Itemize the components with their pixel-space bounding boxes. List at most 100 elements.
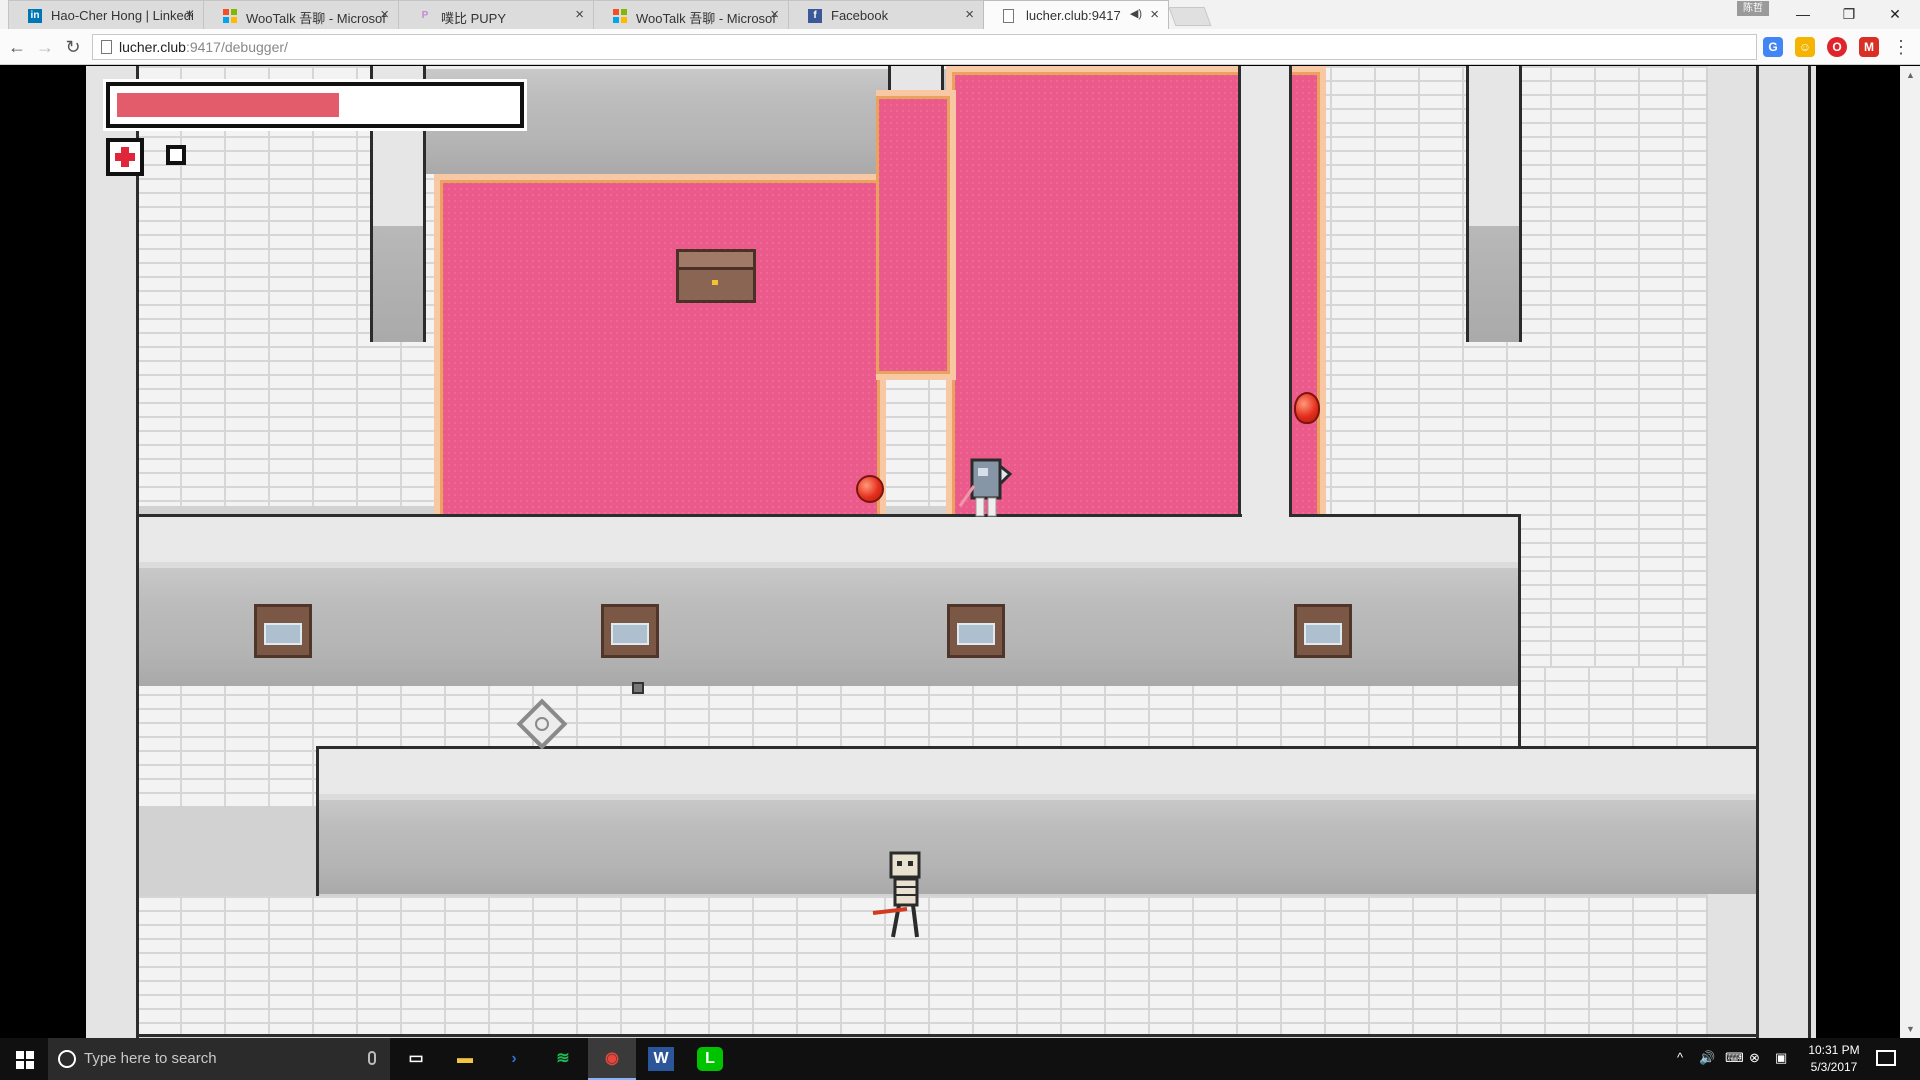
corridor-floor — [1241, 66, 1289, 518]
chrome-icon[interactable]: ◉ — [588, 1038, 636, 1080]
file-explorer-icon[interactable]: ▬ — [441, 1038, 489, 1080]
health-orb[interactable] — [856, 475, 884, 503]
red-carpet-corridor — [876, 90, 956, 380]
scroll-down-icon[interactable]: ▼ — [1906, 1024, 1915, 1034]
scroll-up-icon[interactable]: ▲ — [1906, 70, 1915, 80]
tab-title: Hao-Cher Hong | Linkedi — [51, 8, 194, 23]
close-window-button[interactable]: ✕ — [1873, 2, 1917, 26]
url-host: lucher.club — [119, 39, 186, 55]
windows-taskbar: Type here to search ▭ ▬ › ≋ ◉ W L ^ 🔊 ⌨ … — [0, 1038, 1920, 1080]
profile-button[interactable]: 陈哲 — [1737, 1, 1769, 16]
outer-wall-left — [86, 66, 136, 1038]
address-bar[interactable]: lucher.club:9417/debugger/ — [92, 34, 1757, 60]
cortana-icon — [58, 1050, 76, 1068]
start-button[interactable] — [0, 1038, 48, 1080]
browser-toolbar: ← → ↻ lucher.club:9417/debugger/ G ☺ O M… — [0, 29, 1920, 65]
wall-edge — [136, 1034, 1756, 1037]
tab-pupy[interactable]: P 噗比 PUPY × — [398, 0, 594, 29]
clock-date: 5/3/2017 — [1810, 1060, 1858, 1074]
scrollbar[interactable]: ▲ ▼ — [1900, 66, 1920, 1038]
back-button[interactable]: ← — [4, 34, 30, 60]
knight-player — [958, 458, 1013, 517]
minimize-button[interactable]: — — [1781, 2, 1825, 26]
new-tab-button[interactable] — [1168, 7, 1212, 26]
chest-lid — [679, 252, 753, 270]
crosshair-center — [535, 717, 549, 731]
close-icon[interactable]: × — [965, 6, 974, 23]
pupy-icon: P — [421, 10, 429, 21]
tab-title: lucher.club:9417 — [1026, 8, 1121, 23]
url-path: :9417/debugger/ — [185, 39, 288, 55]
wall-edge — [1808, 66, 1811, 1038]
line-icon[interactable]: L — [697, 1047, 723, 1071]
task-view-icon[interactable]: ▭ — [392, 1038, 440, 1080]
tab-wootalk-2[interactable]: WooTalk 吾聊 - Microsof × — [593, 0, 789, 29]
close-icon[interactable]: × — [185, 6, 194, 23]
emoji-icon[interactable]: ☺ — [1795, 37, 1815, 57]
translate-icon[interactable]: G — [1763, 37, 1783, 57]
wall-edge — [1289, 66, 1292, 518]
wall-window — [254, 604, 312, 658]
treasure-chest[interactable] — [676, 249, 756, 303]
microsoft-icon — [223, 9, 237, 23]
reload-button[interactable]: ↻ — [60, 34, 86, 60]
tab-title: WooTalk 吾聊 - Microsof — [636, 11, 776, 26]
gmail-icon[interactable]: M — [1859, 37, 1879, 57]
menu-button[interactable]: ⋮ — [1888, 34, 1914, 60]
medkit-icon[interactable] — [106, 138, 144, 176]
floor-switch[interactable] — [632, 682, 644, 694]
tab-facebook[interactable]: f Facebook × — [788, 0, 984, 29]
action-center-icon[interactable] — [1876, 1050, 1896, 1066]
maximize-button[interactable]: ❐ — [1827, 2, 1871, 26]
tab-title: Facebook — [831, 8, 889, 23]
opera-icon[interactable]: O — [1827, 37, 1847, 57]
forward-button[interactable]: → — [32, 34, 58, 60]
network-icon[interactable]: ⌨ — [1725, 1050, 1744, 1066]
linkedin-icon: in — [28, 9, 42, 23]
page-icon — [101, 40, 112, 54]
tab-strip: in Hao-Cher Hong | Linkedi × WooTalk 吾聊 … — [0, 0, 1920, 29]
close-icon[interactable]: × — [380, 6, 389, 23]
message-icon[interactable]: ▣ — [1775, 1050, 1787, 1066]
wall-edge — [1518, 517, 1521, 687]
page-icon — [1003, 9, 1014, 23]
health-orb[interactable] — [1294, 392, 1320, 424]
tab-title: WooTalk 吾聊 - Microsof — [246, 11, 386, 26]
word-icon[interactable]: W — [648, 1047, 674, 1071]
close-icon[interactable]: × — [1150, 6, 1159, 23]
audio-icon[interactable]: ◀) — [1130, 7, 1142, 20]
tab-lucher[interactable]: lucher.club:9417 ◀) × — [983, 0, 1169, 29]
empty-slot-icon[interactable] — [166, 145, 186, 165]
close-icon[interactable]: × — [575, 6, 584, 23]
wall-edge — [1518, 687, 1521, 749]
search-placeholder: Type here to search — [84, 1050, 217, 1067]
wall-window — [947, 604, 1005, 658]
close-icon[interactable]: × — [770, 6, 779, 23]
chest-lock — [712, 280, 718, 285]
facebook-icon: f — [808, 9, 822, 23]
lower-wall — [316, 794, 1756, 894]
wall-edge — [1756, 66, 1759, 1038]
spotify-icon[interactable]: ≋ — [539, 1038, 587, 1080]
health-bar-fill — [117, 93, 339, 117]
skeleton-enemy — [872, 851, 921, 938]
wall-window — [601, 604, 659, 658]
microsoft-icon — [613, 9, 627, 23]
wall-window — [1294, 604, 1352, 658]
powershell-icon[interactable]: › — [490, 1038, 538, 1080]
game-canvas[interactable] — [86, 66, 1816, 1038]
tab-title: 噗比 PUPY — [441, 11, 507, 26]
stone-pillar — [1466, 66, 1522, 342]
page-viewport: ▲ ▼ — [0, 66, 1920, 1038]
chevron-up-icon[interactable]: ^ — [1677, 1050, 1683, 1065]
volume-icon[interactable]: 🔊 — [1699, 1050, 1715, 1066]
health-bar — [106, 82, 524, 128]
close-circle-icon[interactable]: ⊗ — [1749, 1050, 1760, 1066]
tab-wootalk-1[interactable]: WooTalk 吾聊 - Microsof × — [203, 0, 399, 29]
clock-time: 10:31 PM — [1808, 1043, 1860, 1057]
microphone-icon[interactable] — [368, 1051, 376, 1065]
search-input[interactable]: Type here to search — [48, 1038, 390, 1080]
tab-linkedin[interactable]: in Hao-Cher Hong | Linkedi × — [8, 0, 204, 29]
clock[interactable]: 10:31 PM 5/3/2017 — [1803, 1042, 1865, 1076]
wall-edge — [316, 746, 1756, 749]
